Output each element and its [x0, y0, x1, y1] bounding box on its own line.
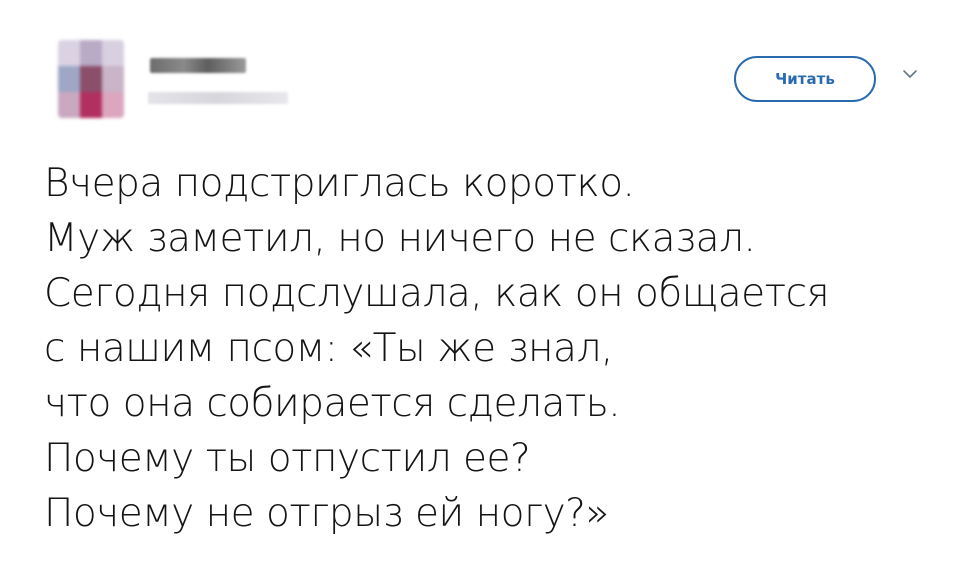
tweet-line: Почему не отгрыз ей ногу?» [44, 491, 609, 536]
avatar[interactable] [58, 40, 124, 118]
user-display-name[interactable] [150, 58, 246, 73]
tweet-line: Почему ты отпустил ее? [44, 436, 531, 481]
user-handle[interactable] [148, 92, 288, 104]
tweet-line: Вчера подстриглась коротко. [44, 161, 635, 206]
tweet-line: с нашим псом: «Ты же знал, [44, 326, 613, 371]
tweet-text: Вчера подстриглась коротко. Муж заметил,… [44, 156, 944, 541]
chevron-down-icon[interactable] [900, 66, 920, 82]
tweet-line: что она собирается сделать. [44, 381, 621, 426]
tweet-line: Муж заметил, но ничего не сказал. [44, 216, 756, 261]
follow-button[interactable]: Читать [734, 56, 876, 102]
tweet-line: Сегодня подслушала, как он общается [44, 271, 830, 316]
